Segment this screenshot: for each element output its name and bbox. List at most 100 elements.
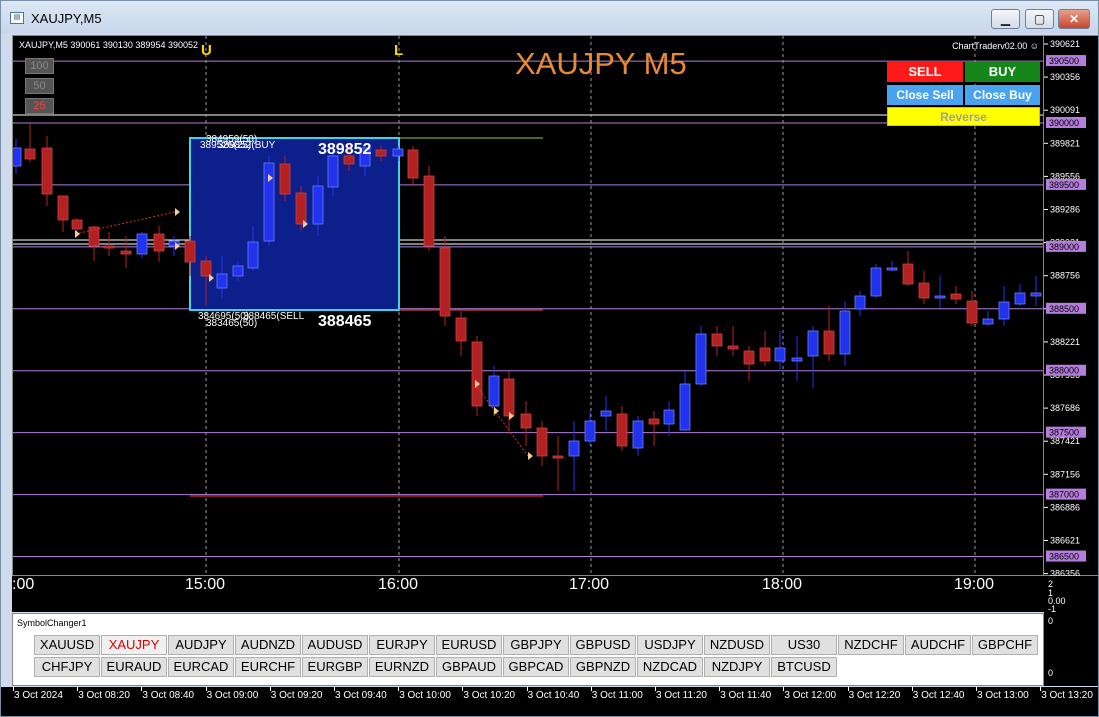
- reverse-button[interactable]: Reverse: [887, 107, 1040, 126]
- symbol-button-audnzd[interactable]: AUDNZD: [235, 635, 301, 655]
- price-chart[interactable]: XAUJPY,M5 390061 390130 389954 390052 XA…: [12, 35, 1044, 576]
- maximize-button[interactable]: ▢: [1025, 9, 1054, 29]
- symbol-button-nzdchf[interactable]: NZDCHF: [838, 635, 904, 655]
- indicator-axis: 2 1 0.00 -1 0 0: [1044, 576, 1098, 686]
- indicator-title: SymbolChanger1: [17, 618, 87, 628]
- bear-candle: [520, 413, 532, 429]
- bull-candle: [488, 375, 500, 407]
- symbol-button-xaujpy[interactable]: XAUJPY: [101, 635, 167, 655]
- lot-option-50[interactable]: 50: [25, 78, 54, 94]
- symbol-button-nzdcad[interactable]: NZDCAD: [637, 657, 703, 677]
- price-axis-ticks: 3906213903563900913898213895563892863890…: [1044, 39, 1086, 577]
- bear-candle: [918, 282, 930, 299]
- symbol-button-gbpnzd[interactable]: GBPNZD: [570, 657, 636, 677]
- bull-candle: [136, 233, 148, 255]
- date-label: 3 Oct 11:00: [591, 690, 643, 701]
- bear-candle: [375, 149, 387, 157]
- minimize-button[interactable]: ▁: [991, 9, 1020, 29]
- box-bottom-value: 388465: [318, 313, 372, 330]
- sell-button[interactable]: SELL: [887, 62, 963, 82]
- symbol-button-eurnzd[interactable]: EURNZD: [369, 657, 435, 677]
- time-axis[interactable]: :00 15:00 16:00 17:00 18:00 19:00: [12, 576, 1044, 612]
- date-label: 3 Oct 12:20: [848, 690, 901, 701]
- time-label: 16:00: [378, 576, 419, 593]
- bear-candle: [279, 163, 291, 195]
- title-bar[interactable]: ▤ XAUJPY,M5 ▁ ▢ ✕: [1, 1, 1098, 33]
- symbol-button-gbpcad[interactable]: GBPCAD: [503, 657, 569, 677]
- bear-candle: [41, 147, 53, 195]
- bear-candle: [120, 250, 132, 255]
- bear-candle: [966, 300, 978, 324]
- window-title: XAUJPY,M5: [31, 11, 102, 26]
- price-tick-label: 387421: [1050, 436, 1080, 446]
- close-buy-button[interactable]: Close Buy: [965, 85, 1040, 105]
- symbol-button-gbpaud[interactable]: GBPAUD: [436, 657, 502, 677]
- bull-candle: [568, 440, 580, 457]
- close-sell-button[interactable]: Close Sell: [887, 85, 963, 105]
- symbol-button-eurgbp[interactable]: EURGBP: [302, 657, 368, 677]
- symbol-button-usdjpy[interactable]: USDJPY: [637, 635, 703, 655]
- price-tick-label: 389821: [1050, 138, 1080, 148]
- symbol-button-eurusd[interactable]: EURUSD: [436, 635, 502, 655]
- bull-candle: [327, 155, 339, 188]
- symbol-button-chfjpy[interactable]: CHFJPY: [34, 657, 100, 677]
- symbol-button-nzdusd[interactable]: NZDUSD: [704, 635, 770, 655]
- price-level-badge-label: 386500: [1049, 552, 1079, 562]
- price-tick-label: 388221: [1050, 337, 1080, 347]
- bull-candle: [600, 410, 612, 417]
- symbol-button-audchf[interactable]: AUDCHF: [905, 635, 971, 655]
- price-tick-label: 387686: [1050, 403, 1080, 413]
- symbol-button-audusd[interactable]: AUDUSD: [302, 635, 368, 655]
- date-label: 3 Oct 10:00: [399, 690, 451, 701]
- box-bottom-label: 383465(50): [206, 318, 258, 329]
- trade-arrow-icon: [528, 452, 533, 460]
- bear-candle: [439, 247, 451, 317]
- symbol-button-gbpjpy[interactable]: GBPJPY: [503, 635, 569, 655]
- minimize-icon: ▁: [1000, 12, 1011, 26]
- bull-candle: [216, 273, 228, 289]
- symbol-button-btcusd[interactable]: BTCUSD: [771, 657, 837, 677]
- symbol-button-gbpchf[interactable]: GBPCHF: [972, 635, 1038, 655]
- ohlc-header: XAUJPY,M5 390061 390130 389954 390052: [19, 40, 198, 50]
- chart-trader-brand: ChartTraderv02.00 ☺: [952, 41, 1039, 51]
- symbol-button-eurcad[interactable]: EURCAD: [168, 657, 234, 677]
- price-tick-label: 387156: [1050, 469, 1080, 479]
- price-level-badge-label: 387500: [1049, 428, 1079, 438]
- date-label: 3 Oct 11:40: [720, 690, 772, 701]
- bear-candle: [902, 263, 914, 285]
- lot-option-100[interactable]: 100: [25, 58, 54, 74]
- price-tick-label: 390091: [1050, 105, 1080, 115]
- time-label: 18:00: [762, 576, 803, 593]
- date-label: 3 Oct 12:00: [784, 690, 837, 701]
- price-level-badge-label: 390000: [1049, 118, 1079, 128]
- symbol-button-gbpusd[interactable]: GBPUSD: [570, 635, 636, 655]
- symbol-button-audjpy[interactable]: AUDJPY: [168, 635, 234, 655]
- price-tick-label: 386621: [1050, 536, 1080, 546]
- symbol-button-xauusd[interactable]: XAUUSD: [34, 635, 100, 655]
- date-label: 3 Oct 09:40: [335, 690, 387, 701]
- price-axis[interactable]: 3906213903563900913898213895563892863890…: [1044, 35, 1098, 577]
- price-level-badge-label: 388500: [1049, 304, 1079, 314]
- symbol-button-eurchf[interactable]: EURCHF: [235, 657, 301, 677]
- date-label: 3 Oct 13:00: [977, 690, 1029, 701]
- bull-candle: [632, 420, 644, 449]
- symbol-button-nzdjpy[interactable]: NZDJPY: [704, 657, 770, 677]
- symbol-button-euraud[interactable]: EURAUD: [101, 657, 167, 677]
- buy-button[interactable]: BUY: [965, 62, 1040, 82]
- price-level-badge-label: 388000: [1049, 366, 1079, 376]
- lot-option-25[interactable]: 25: [25, 98, 54, 114]
- price-level-badge-label: 389500: [1049, 180, 1079, 190]
- bear-candle: [423, 175, 435, 247]
- bear-candle: [200, 260, 212, 277]
- symbol-changer-panel: SymbolChanger1 XAUUSD XAUJPY AUDJPY AUDNZD A…: [12, 613, 1044, 686]
- close-button[interactable]: ✕: [1058, 9, 1090, 29]
- symbol-button-eurjpy[interactable]: EURJPY: [369, 635, 435, 655]
- symbol-button-us30[interactable]: US30: [771, 635, 837, 655]
- bear-candle: [727, 345, 739, 350]
- bull-candle: [807, 330, 819, 357]
- price-tick-label: 390356: [1050, 72, 1080, 82]
- bull-candle: [679, 383, 691, 431]
- date-label: 3 Oct 09:00: [206, 690, 259, 701]
- trade-arrow-icon: [175, 208, 180, 216]
- bull-candle: [695, 333, 707, 385]
